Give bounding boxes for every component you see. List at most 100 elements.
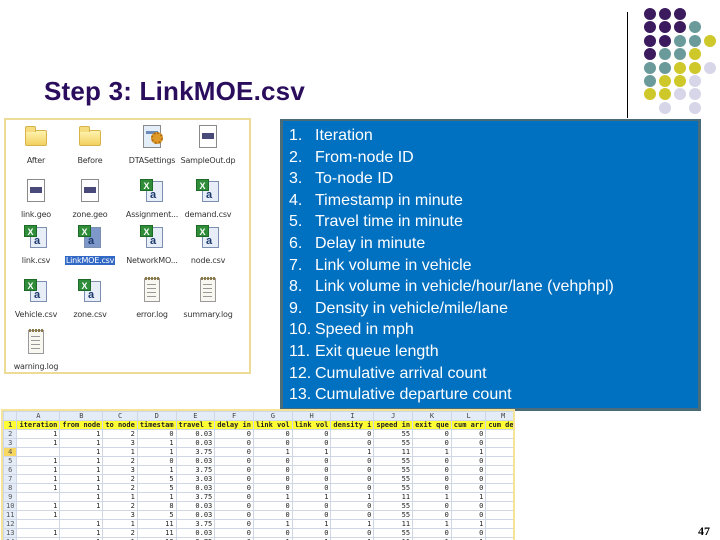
table-cell[interactable]: 0.03	[175, 456, 216, 466]
table-cell[interactable]: 1	[16, 429, 61, 439]
table-cell[interactable]: 0	[252, 438, 293, 448]
row-number[interactable]: 9	[3, 492, 18, 502]
header-cell[interactable]: link vol	[291, 420, 332, 430]
table-cell[interactable]: 0	[450, 438, 487, 448]
header-cell[interactable]: from node	[59, 420, 104, 430]
table-cell[interactable]: 0	[214, 429, 254, 439]
table-cell[interactable]: 0	[330, 465, 375, 475]
table-cell[interactable]: 1	[136, 438, 177, 448]
row-number[interactable]: 6	[3, 465, 18, 475]
file-item[interactable]: SampleOut.dp	[178, 124, 238, 168]
table-cell[interactable]: 0	[412, 510, 452, 520]
table-cell[interactable]: 2	[102, 528, 138, 538]
table-cell[interactable]: 0	[252, 510, 293, 520]
table-cell[interactable]: 0	[412, 429, 452, 439]
table-cell[interactable]: 1	[16, 501, 61, 511]
table-cell[interactable]: 1	[252, 492, 293, 502]
table-cell[interactable]: 0	[330, 501, 375, 511]
table-cell[interactable]: 0	[330, 528, 375, 538]
table-cell[interactable]: 0	[214, 528, 254, 538]
table-cell[interactable]: 0	[291, 510, 332, 520]
table-cell[interactable]: 11	[373, 492, 414, 502]
row-number[interactable]: 7	[3, 474, 18, 484]
table-cell[interactable]: 55	[373, 474, 414, 484]
table-cell[interactable]: 1	[16, 510, 61, 520]
table-cell[interactable]: 1	[412, 519, 452, 529]
column-header[interactable]: D	[136, 411, 177, 421]
spreadsheet-preview[interactable]: ABCDEFGHIJKLM 1 iteration from node to node…	[1, 409, 515, 540]
table-cell[interactable]: 1	[330, 519, 375, 529]
column-header[interactable]: H	[291, 411, 332, 421]
table-cell[interactable]: 1	[450, 519, 487, 529]
table-cell[interactable]: 1	[450, 492, 487, 502]
table-cell[interactable]: 55	[373, 465, 414, 475]
table-cell[interactable]: 1	[59, 519, 104, 529]
table-cell[interactable]	[485, 483, 513, 493]
table-cell[interactable]: 0	[450, 465, 487, 475]
file-item[interactable]: Before	[60, 124, 120, 168]
table-cell[interactable]: 2	[102, 483, 138, 493]
table-cell[interactable]: 1	[59, 456, 104, 466]
table-cell[interactable]: 0	[412, 483, 452, 493]
table-cell[interactable]: 0	[330, 510, 375, 520]
header-cell[interactable]: cum dep	[485, 420, 513, 430]
table-cell[interactable]: 0	[450, 528, 487, 538]
table-cell[interactable]: 55	[373, 501, 414, 511]
table-cell[interactable]	[16, 492, 61, 502]
file-item[interactable]: link.geo	[6, 178, 66, 222]
header-cell[interactable]: timestam	[136, 420, 177, 430]
table-cell[interactable]: 0	[136, 429, 177, 439]
table-cell[interactable]: 2	[102, 474, 138, 484]
table-cell[interactable]: 1	[252, 519, 293, 529]
table-cell[interactable]: 1	[16, 528, 61, 538]
table-cell[interactable]: 1	[252, 447, 293, 457]
table-cell[interactable]: 0	[330, 438, 375, 448]
header-cell[interactable]: cum arr	[450, 420, 487, 430]
table-cell[interactable]: 1	[412, 492, 452, 502]
table-cell[interactable]: 0	[412, 465, 452, 475]
table-cell[interactable]: 0	[412, 501, 452, 511]
table-cell[interactable]: 0	[291, 528, 332, 538]
table-cell[interactable]: 1	[102, 492, 138, 502]
table-cell[interactable]: 1	[59, 429, 104, 439]
file-item[interactable]: Xa demand.csv	[178, 178, 238, 222]
table-cell[interactable]: 0.03	[175, 501, 216, 511]
table-cell[interactable]: 1	[412, 447, 452, 457]
table-cell[interactable]: 1	[16, 456, 61, 466]
column-header[interactable]: L	[450, 411, 487, 421]
table-cell[interactable]: 1	[291, 519, 332, 529]
table-cell[interactable]: 1	[16, 438, 61, 448]
table-cell[interactable]: 0	[252, 501, 293, 511]
table-cell[interactable]: 0	[214, 474, 254, 484]
table-cell[interactable]: 0	[214, 447, 254, 457]
file-item[interactable]: Xa zone.csv	[60, 278, 120, 322]
table-cell[interactable]: 0	[291, 456, 332, 466]
table-cell[interactable]: 0	[214, 501, 254, 511]
header-cell[interactable]: delay in	[214, 420, 254, 430]
table-cell[interactable]: 3.75	[175, 492, 216, 502]
table-cell[interactable]: 2	[102, 429, 138, 439]
table-cell[interactable]: 0	[291, 438, 332, 448]
table-cell[interactable]: 0	[252, 483, 293, 493]
table-cell[interactable]: 1	[16, 483, 61, 493]
table-cell[interactable]	[485, 492, 513, 502]
table-cell[interactable]: 1	[59, 447, 104, 457]
table-cell[interactable]: 0	[450, 483, 487, 493]
header-cell[interactable]: exit que	[412, 420, 452, 430]
table-cell[interactable]: 0	[330, 483, 375, 493]
table-cell[interactable]: 2	[102, 501, 138, 511]
table-cell[interactable]: 0	[252, 474, 293, 484]
table-cell[interactable]: 11	[136, 528, 177, 538]
file-item[interactable]: Xa Assignment...	[122, 178, 182, 222]
table-cell[interactable]: 0	[214, 519, 254, 529]
table-cell[interactable]: 3	[102, 465, 138, 475]
table-cell[interactable]: 0.03	[175, 429, 216, 439]
row-number[interactable]: 3	[3, 438, 18, 448]
table-cell[interactable]: 1	[59, 474, 104, 484]
table-cell[interactable]: 0	[214, 492, 254, 502]
table-cell[interactable]: 5	[136, 483, 177, 493]
column-header[interactable]: A	[16, 411, 61, 421]
table-cell[interactable]: 0	[450, 510, 487, 520]
table-cell[interactable]: 0	[214, 456, 254, 466]
column-header[interactable]: F	[214, 411, 254, 421]
